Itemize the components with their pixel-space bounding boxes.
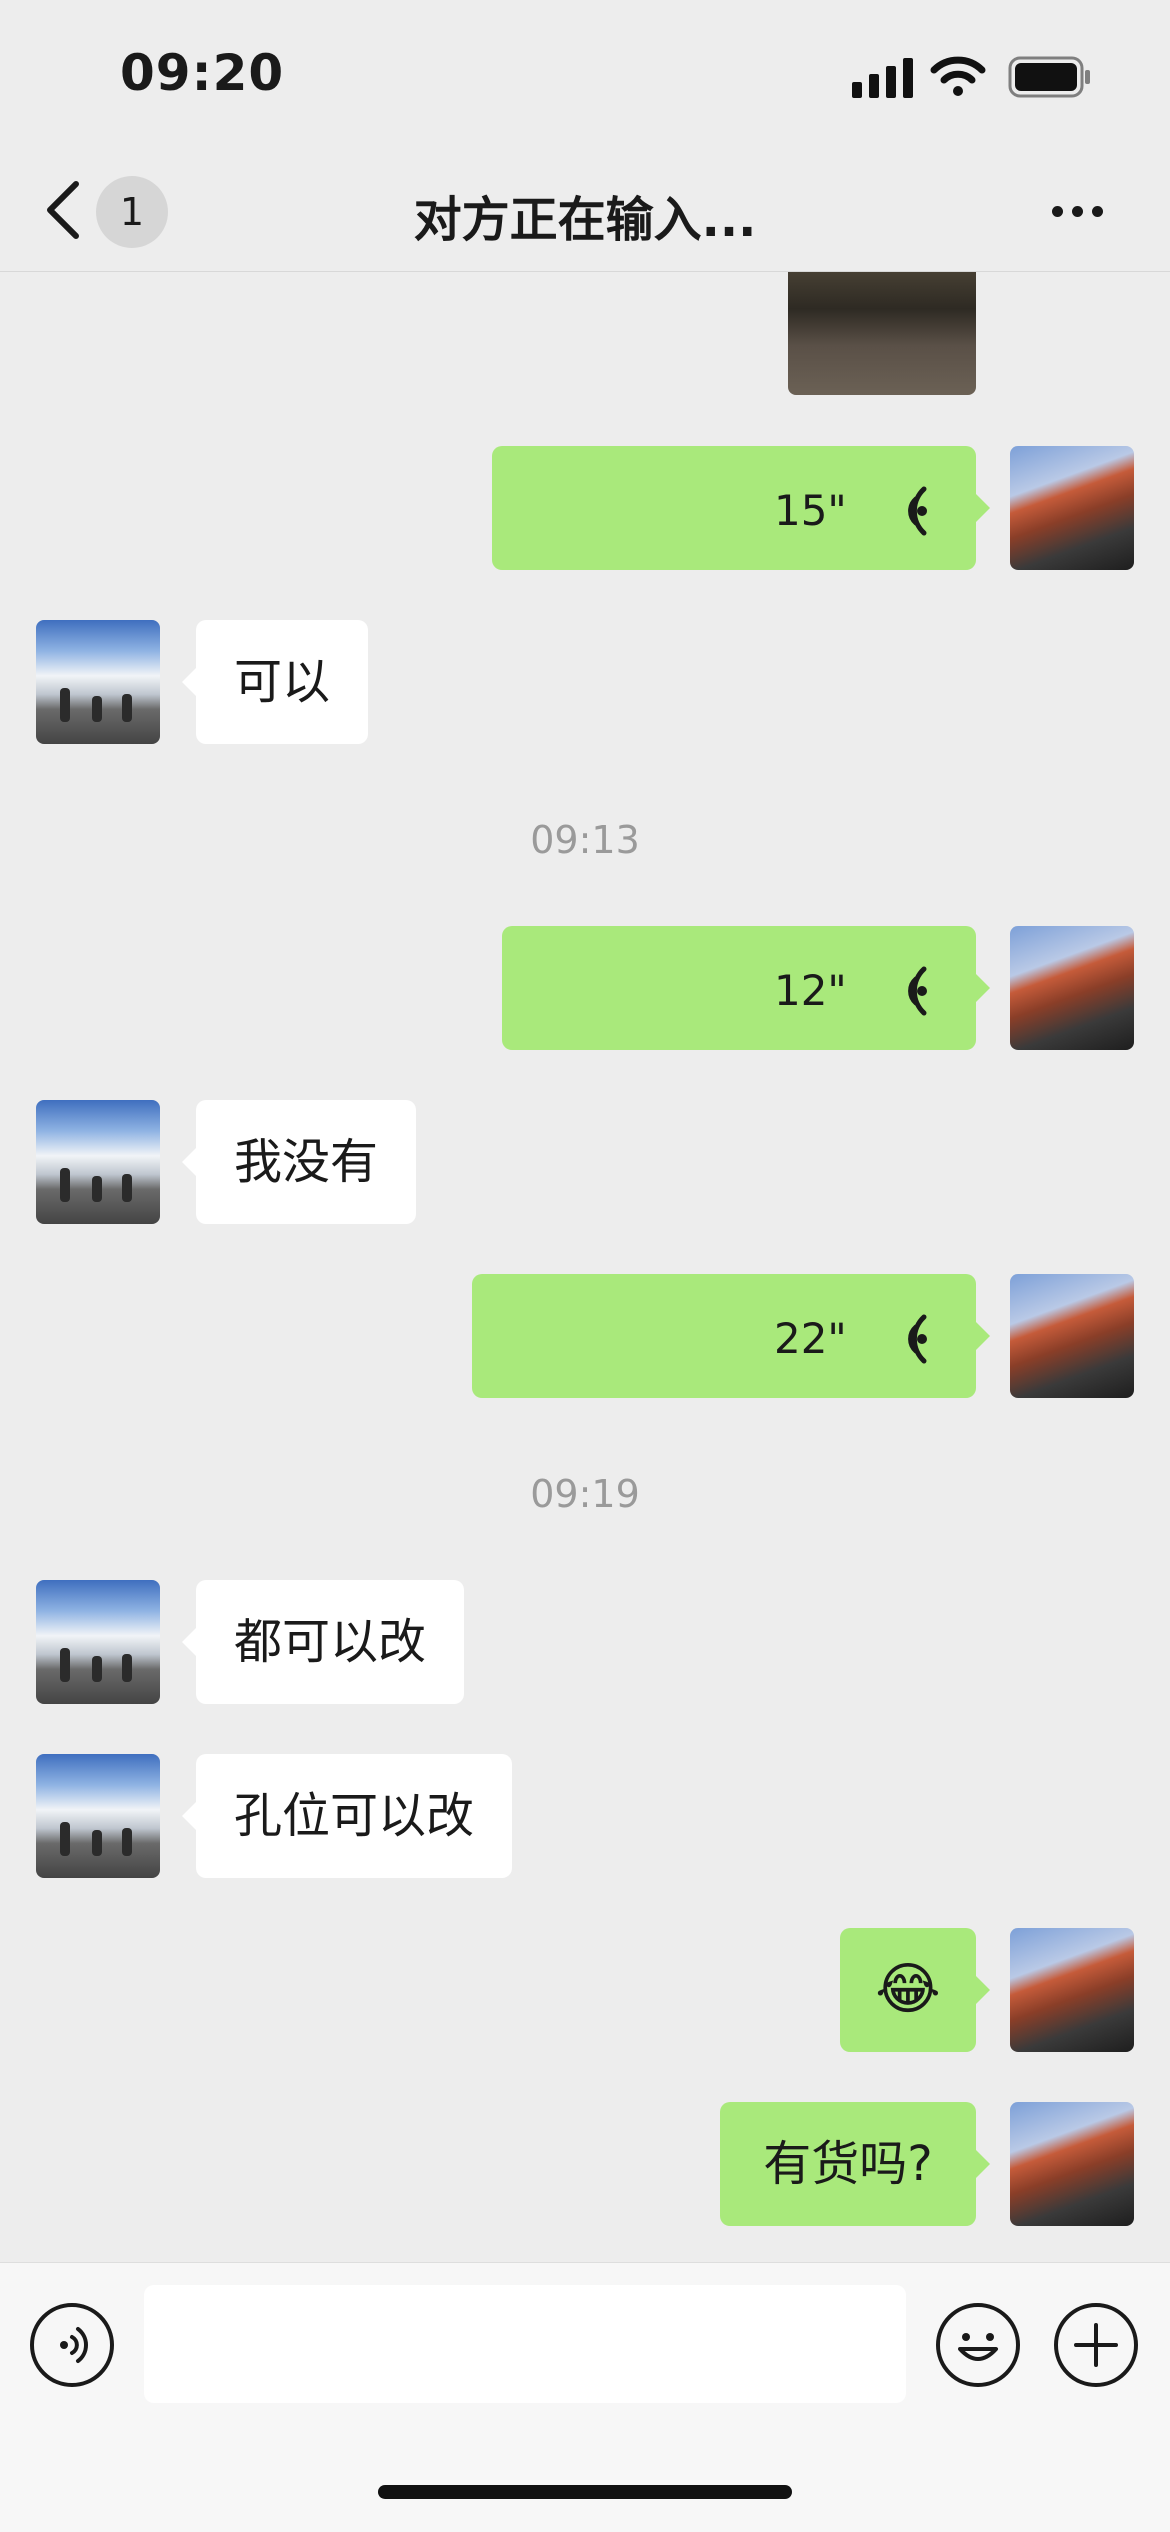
battery-icon <box>1008 56 1090 98</box>
chevron-left-icon[interactable] <box>40 178 86 242</box>
contact-avatar[interactable] <box>36 1100 160 1224</box>
contact-avatar[interactable] <box>36 1754 160 1878</box>
signal-icon <box>852 58 913 98</box>
status-time: 09:20 <box>120 44 285 102</box>
chat-header: 1 对方正在输入... <box>0 150 1170 272</box>
voice-input-icon[interactable] <box>30 2303 114 2387</box>
wifi-icon <box>930 56 986 96</box>
voice-duration: 15" <box>773 486 847 535</box>
message-input[interactable] <box>144 2285 906 2403</box>
emoji-icon[interactable] <box>936 2303 1020 2387</box>
voice-wave-icon <box>908 486 927 536</box>
plus-icon[interactable] <box>1054 2303 1138 2387</box>
text-message[interactable]: 都可以改 <box>181 1580 465 1704</box>
status-bar: 09:20 <box>0 0 1170 150</box>
text-message[interactable]: 有货吗? <box>720 2102 990 2226</box>
voice-wave-icon <box>908 1314 927 1364</box>
chat-title: 对方正在输入... <box>413 192 757 248</box>
my-avatar[interactable] <box>1010 1274 1134 1398</box>
text-message[interactable]: 我没有 <box>181 1100 417 1224</box>
my-avatar[interactable] <box>1010 446 1134 570</box>
text-message[interactable]: 孔位可以改 <box>181 1754 513 1878</box>
my-avatar[interactable] <box>1010 1928 1134 2052</box>
unread-count-badge[interactable]: 1 <box>96 176 168 248</box>
contact-avatar[interactable] <box>36 1580 160 1704</box>
input-bar <box>0 2262 1170 2532</box>
timestamp: 09:19 <box>530 1472 640 1516</box>
voice-wave-icon <box>908 966 927 1016</box>
voice-message[interactable]: 22" <box>472 1274 990 1398</box>
home-indicator <box>378 2485 792 2499</box>
voice-message[interactable]: 15" <box>492 446 990 570</box>
timestamp: 09:13 <box>530 818 640 862</box>
emoji-message[interactable]: 😂 <box>840 1928 990 2052</box>
contact-avatar[interactable] <box>36 620 160 744</box>
more-dots-icon[interactable] <box>1052 202 1112 222</box>
text-message[interactable]: 可以 <box>181 620 369 744</box>
message-list[interactable]: 15" 可以 09:13 12" 我没有 22" 09:19 都可以改 孔位可以… <box>0 272 1170 2262</box>
my-avatar[interactable] <box>1010 926 1134 1050</box>
my-avatar[interactable] <box>1010 2102 1134 2226</box>
voice-duration: 22" <box>773 1314 847 1363</box>
voice-message[interactable]: 12" <box>502 926 990 1050</box>
image-message[interactable] <box>788 272 976 395</box>
voice-duration: 12" <box>773 966 847 1015</box>
